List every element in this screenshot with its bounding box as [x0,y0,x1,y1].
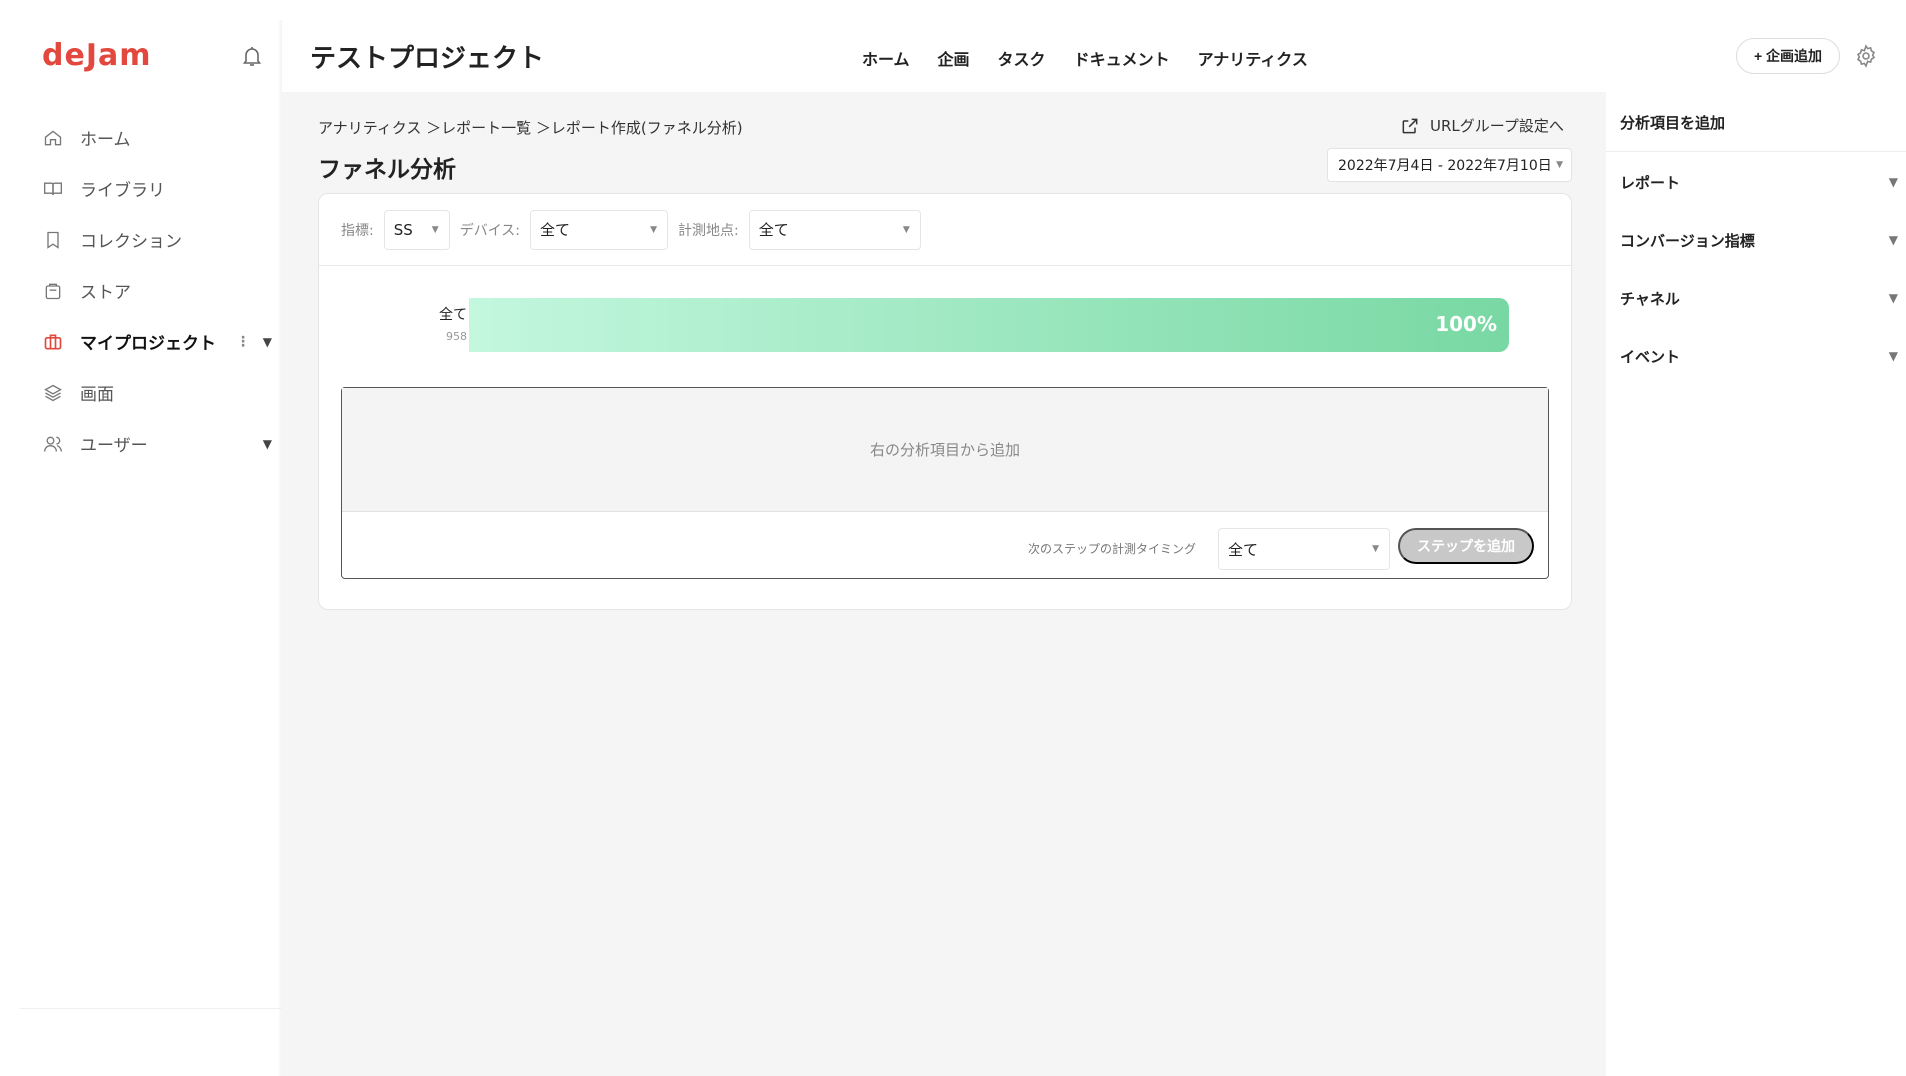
sidebar-item-store[interactable]: ストア [42,265,272,316]
sidebar-item-label: ユーザー [80,436,148,456]
sidebar-item-label: マイプロジェクト [80,334,216,354]
funnel-percent: 100% [1435,312,1497,336]
sidebar-item-label: ストア [80,283,131,303]
chevron-down-icon: ▼ [1888,233,1898,247]
caret-down-icon: ▼ [902,224,910,235]
external-link-icon [1402,118,1418,133]
measure-point-value: 全て [758,221,789,239]
project-title: テストプロジェクト [310,44,545,74]
device-select[interactable]: 全て ▼ [530,209,669,250]
app-root: deJam ホーム ライブラリ コレクション ストア マイプロジェクト ⋮ ▼ … [0,0,1906,1076]
bell-icon[interactable] [240,44,264,68]
top-nav: ホーム 企画 タスク ドキュメント アナリティクス [862,46,1336,70]
home-icon [42,127,64,149]
app-logo[interactable]: deJam [42,38,152,73]
caret-down-icon: ▼ [1556,160,1563,170]
sidebar-item-screens[interactable]: 画面 [42,367,272,418]
page-title: ファネル分析 [318,157,456,183]
accordion-label: レポート [1620,173,1681,192]
measure-point-label: 計測地点: [678,222,739,239]
accordion-channel[interactable]: チャネル ▼ [1620,278,1898,318]
top-nav-home[interactable]: ホーム [862,46,910,70]
briefcase-icon [42,331,64,353]
top-nav-analytics[interactable]: アナリティクス [1198,46,1308,70]
sidebar-item-my-project[interactable]: マイプロジェクト ⋮ ▼ [42,316,272,367]
accordion-label: イベント [1620,347,1681,366]
gear-icon[interactable] [1854,44,1878,68]
sidebar-item-label: ライブラリ [80,181,165,201]
device-label: デバイス: [459,222,521,239]
sidebar-item-label: 画面 [80,385,114,405]
analysis-items-panel: 分析項目を追加 レポート ▼ コンバージョン指標 ▼ チャネル ▼ イベント ▼ [1606,92,1906,1076]
accordion-conversion[interactable]: コンバージョン指標 ▼ [1620,220,1898,260]
sidebar-bottom-divider [20,1008,282,1009]
sidebar-nav: ホーム ライブラリ コレクション ストア マイプロジェクト ⋮ ▼ 画面 ユーザ… [42,112,272,469]
panel-divider [1606,151,1906,152]
top-nav-plan[interactable]: 企画 [938,46,970,70]
chevron-down-icon: ▼ [1888,291,1898,305]
funnel-step-name: 全て [439,307,467,323]
sidebar-item-home[interactable]: ホーム [42,112,272,163]
date-range-value: 2022年7月4日 - 2022年7月10日 [1338,158,1552,174]
metric-select[interactable]: SS ▼ [383,209,450,250]
sidebar-item-label: ホーム [80,130,131,150]
timing-select[interactable]: 全て ▼ [1218,528,1390,570]
sidebar: deJam ホーム ライブラリ コレクション ストア マイプロジェクト ⋮ ▼ … [0,0,282,1076]
caret-down-icon: ▼ [1372,544,1379,554]
sidebar-item-collection[interactable]: コレクション [42,214,272,265]
funnel-card: 指標: SS ▼ デバイス: 全て ▼ 計測地点: 全て ▼ 全て 958 10… [318,193,1572,610]
caret-down-icon: ▼ [650,224,658,235]
chevron-down-icon: ▼ [1888,175,1898,189]
add-step-dropzone[interactable]: 右の分析項目から追加 [342,388,1548,512]
url-group-settings-link[interactable]: URLグループ設定へ [1400,115,1564,136]
sidebar-item-users[interactable]: ユーザー ▼ [42,418,272,469]
funnel-bar: 100% [469,298,1509,352]
accordion-event[interactable]: イベント ▼ [1620,336,1898,376]
metric-value: SS [393,220,413,239]
measure-point-select[interactable]: 全て ▼ [748,209,921,250]
metric-label: 指標: [341,222,374,239]
add-plan-button[interactable]: + 企画追加 [1736,38,1840,74]
layers-icon [42,382,64,404]
chevron-down-icon[interactable]: ▼ [263,437,272,451]
device-value: 全て [540,221,571,239]
chevron-down-icon[interactable]: ▼ [263,335,272,349]
sidebar-item-label: コレクション [80,232,182,252]
timing-label: 次のステップの計測タイミング [1028,542,1197,556]
funnel-step-label: 全て 958 [411,304,467,343]
top-nav-document[interactable]: ドキュメント [1074,46,1170,70]
users-icon [42,433,64,455]
caret-down-icon: ▼ [431,224,439,235]
timing-value: 全て [1228,540,1259,559]
book-icon [42,178,64,200]
sidebar-item-library[interactable]: ライブラリ [42,163,272,214]
chevron-down-icon: ▼ [1888,349,1898,363]
filter-bar: 指標: SS ▼ デバイス: 全て ▼ 計測地点: 全て ▼ [319,194,1571,266]
url-link-label: URLグループ設定へ [1430,117,1564,135]
accordion-label: コンバージョン指標 [1620,231,1755,250]
more-icon[interactable]: ⋮ [236,334,250,350]
date-range-select[interactable]: 2022年7月4日 - 2022年7月10日 ▼ [1327,148,1572,182]
breadcrumb[interactable]: アナリティクス ＞レポート一覧 ＞レポート作成(ファネル分析) [318,117,743,138]
add-step-button[interactable]: ステップを追加 [1398,528,1534,564]
panel-title: 分析項目を追加 [1620,114,1726,132]
add-step-box: 右の分析項目から追加 次のステップの計測タイミング 全て ▼ ステップを追加 [341,387,1549,579]
store-icon [42,280,64,302]
accordion-label: チャネル [1620,289,1680,308]
bookmark-icon [42,229,64,251]
top-nav-task[interactable]: タスク [998,46,1046,70]
funnel-step-count: 958 [446,330,467,343]
accordion-report[interactable]: レポート ▼ [1620,162,1898,202]
